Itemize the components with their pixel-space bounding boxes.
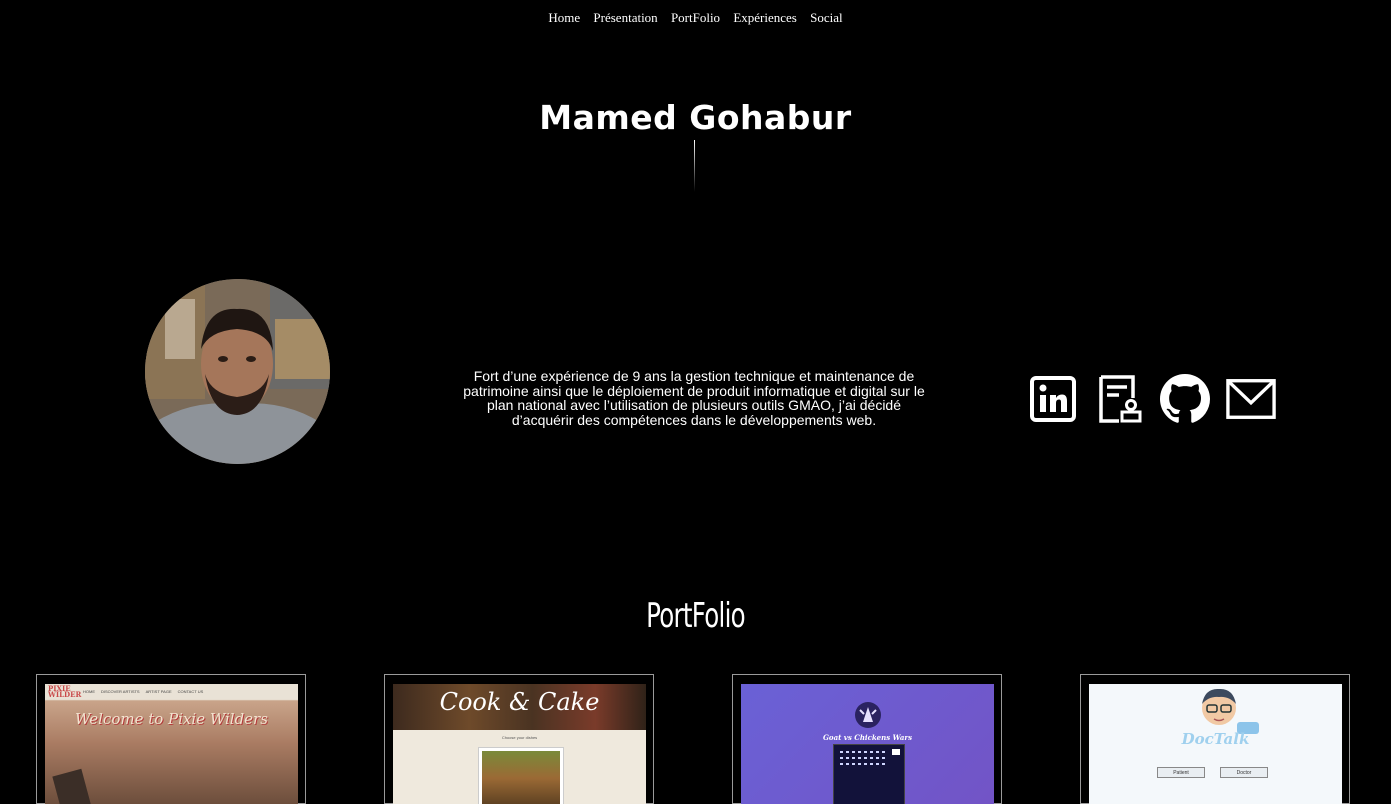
hero-divider-line [694,140,695,192]
profile-avatar [145,279,330,464]
hero-name: Mamed Gohabur [539,98,852,137]
project-screenshot: PIXIE WILDER HOME DISCOVER ARTISTS ARTIS… [45,684,298,804]
doctor-button: Doctor [1220,767,1268,778]
portfolio-card-doctalk[interactable]: DocTalk Patient Doctor [1080,674,1350,804]
project-subtitle: Choose your dishes [501,735,538,740]
top-nav: Home Présentation PortFolio Expériences … [0,10,1391,26]
project-logo: PIXIE WILDER [48,684,82,699]
github-icon[interactable] [1160,373,1210,425]
project-headline: Goat vs Chickens Wars [822,733,913,742]
project-screenshot: DocTalk Patient Doctor [1089,684,1342,804]
project-menu-item: DISCOVER ARTISTS [101,689,140,694]
social-links [1028,373,1276,425]
patient-button: Patient [1157,767,1205,778]
about-paragraph: Fort d’une expérience de 9 ans la gestio… [463,368,925,428]
project-screenshot: Goat vs Chickens Wars [741,684,994,804]
project-menu-item: CONTACT US [177,689,204,694]
project-headline: DocTalk [1181,730,1250,748]
nav-home-link[interactable]: Home [548,10,580,25]
portfolio-card-cook-and-cake[interactable]: Cook & Cake Choose your dishes [384,674,654,804]
nav-social-link[interactable]: Social [810,10,843,25]
portfolio-card-goat-vs-chickens[interactable]: Goat vs Chickens Wars [732,674,1002,804]
nav-presentation-link[interactable]: Présentation [593,10,657,25]
resume-icon[interactable] [1094,373,1144,425]
game-logo-icon [855,702,881,728]
nav-experiences-link[interactable]: Expériences [733,10,797,25]
dish-image [482,751,560,804]
dish-card [478,747,564,804]
project-screenshot: Cook & Cake Choose your dishes [393,684,646,804]
game-board [833,744,905,804]
project-menu-item: HOME [83,689,95,694]
mail-icon[interactable] [1226,373,1276,425]
linkedin-icon[interactable] [1028,373,1078,425]
nav-portfolio-link[interactable]: PortFolio [671,10,720,25]
project-menu: HOME DISCOVER ARTISTS ARTIST PAGE CONTAC… [83,689,203,694]
project-menu-item: ARTIST PAGE [145,689,172,694]
project-headline: Cook & Cake [439,688,600,716]
portfolio-title: PortFolio [646,596,746,636]
doctor-illustration [1197,686,1241,730]
profile-photo [145,279,330,464]
photo-shape [52,768,92,804]
project-headline: Welcome to Pixie Wilders [75,710,268,728]
portfolio-card-pixie-wilders[interactable]: PIXIE WILDER HOME DISCOVER ARTISTS ARTIS… [36,674,306,804]
